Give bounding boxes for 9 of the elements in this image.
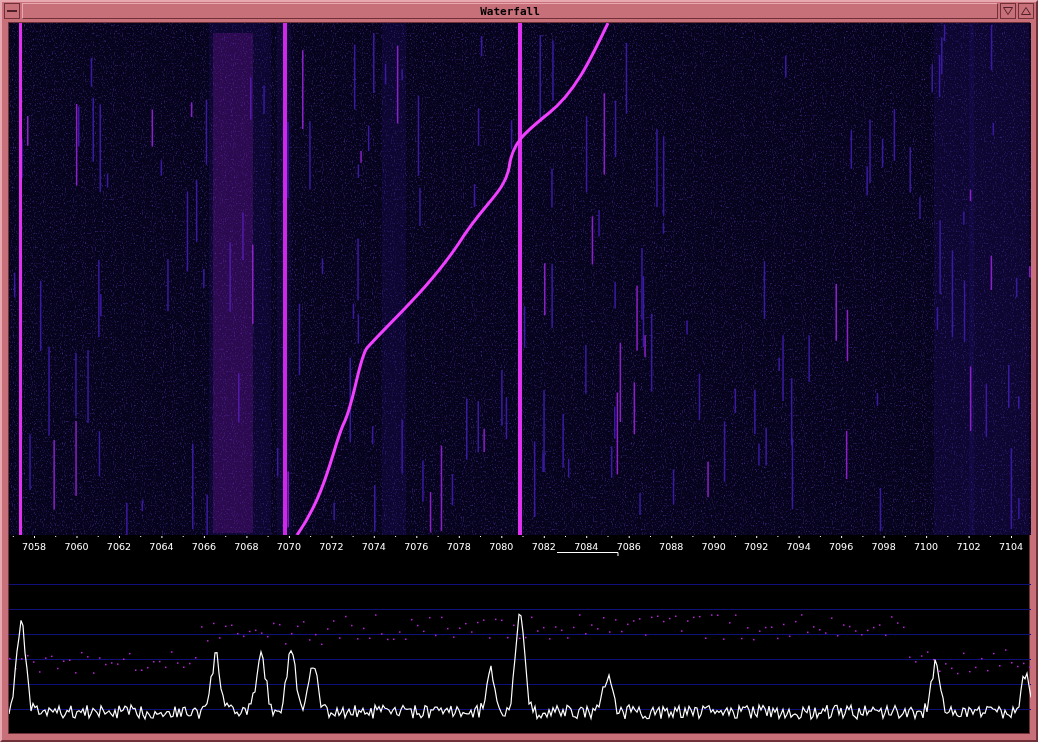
down-triangle-icon <box>1003 7 1013 15</box>
up-triangle-icon <box>1021 7 1031 15</box>
window-menu-button[interactable] <box>4 3 20 19</box>
maximize-button[interactable] <box>1018 3 1034 19</box>
window-title: Waterfall <box>22 3 998 19</box>
frequency-axis: 7058 7060 7062 7064 7066 7068 7070 7072 7074 7076 7078 7080 7082 7084 7086 7088 7090 7092 7094 7096 7098 7100 7102 7104 <box>9 535 1031 559</box>
passband-marker <box>556 552 619 557</box>
minus-icon <box>7 8 17 14</box>
minimize-button[interactable] <box>1000 3 1016 19</box>
